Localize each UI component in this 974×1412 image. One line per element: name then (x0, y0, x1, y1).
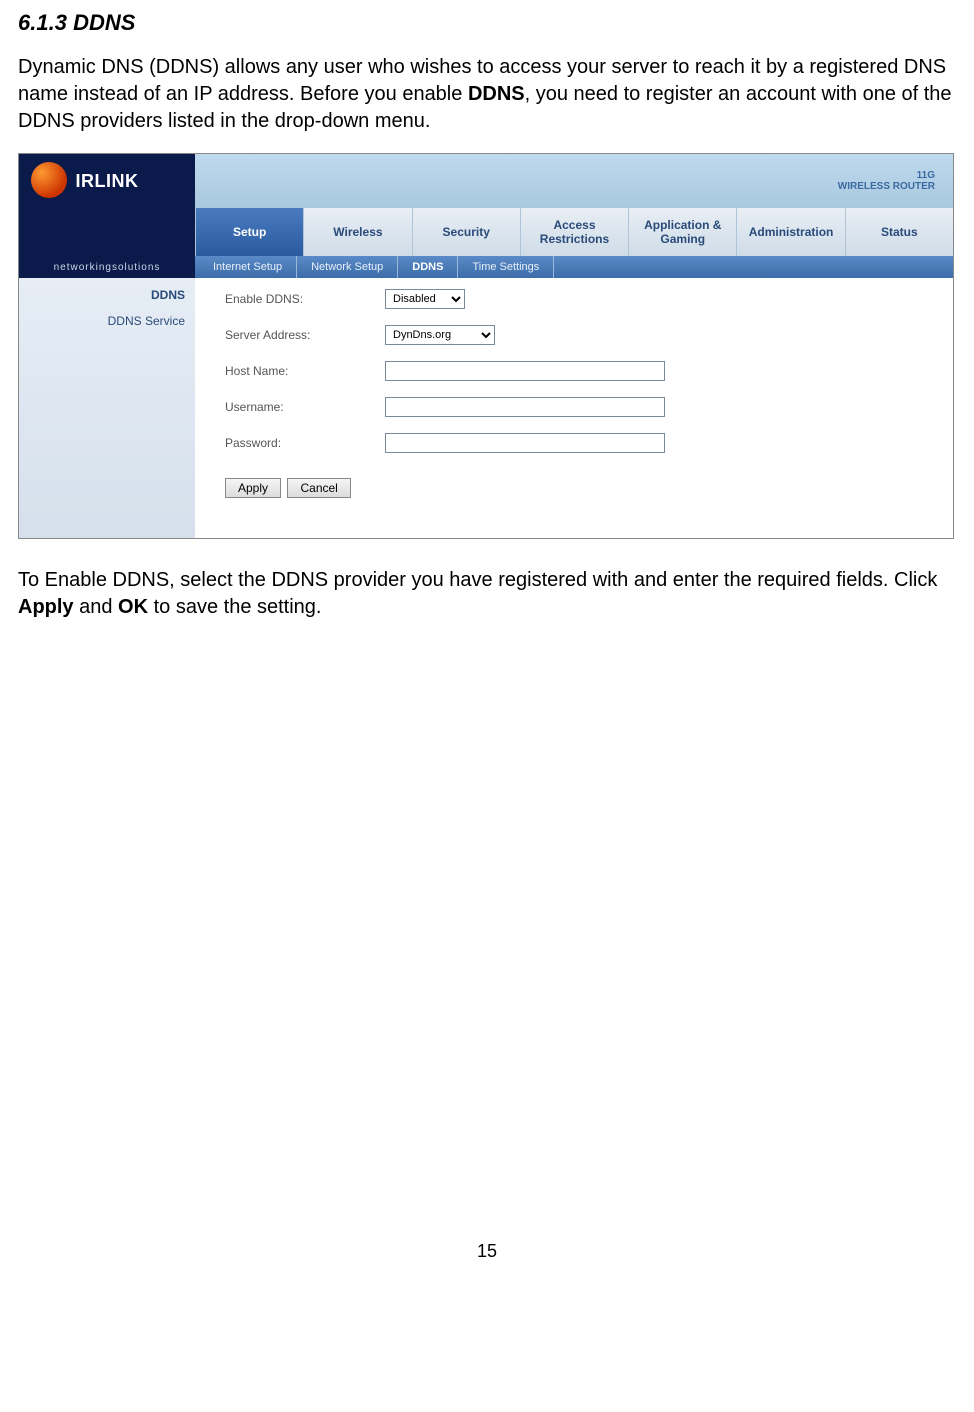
cancel-button[interactable]: Cancel (287, 478, 350, 498)
sub-nav: Internet Setup Network Setup DDNS Time S… (195, 256, 953, 278)
p2-post: to save the setting. (148, 596, 321, 618)
tab-wireless[interactable]: Wireless (303, 208, 411, 256)
banner: 11G WIRELESS ROUTER (195, 154, 953, 208)
p2-b1: Apply (18, 596, 74, 618)
main-nav: Setup Wireless Security Access Restricti… (19, 208, 953, 256)
content-area: DDNS DDNS Service Enable DDNS: Disabled … (19, 278, 953, 538)
side-label: DDNS Service (19, 314, 185, 328)
networking-solutions-label: networkingsolutions (19, 256, 195, 278)
input-host-name[interactable] (385, 361, 665, 381)
banner-line1: 11G (917, 170, 935, 181)
router-admin-panel: IRLINK 11G WIRELESS ROUTER Setup Wireles… (18, 153, 954, 539)
subtab-network-setup[interactable]: Network Setup (297, 256, 398, 278)
logo-text: IRLINK (76, 171, 139, 192)
select-server-address[interactable]: DynDns.org (385, 325, 495, 345)
sub-nav-row: networkingsolutions Internet Setup Netwo… (19, 256, 953, 278)
select-enable-ddns[interactable]: Disabled (385, 289, 465, 309)
section-title-text: DDNS (73, 10, 135, 35)
section-number: 6.1.3 (18, 10, 67, 35)
tab-access-restrictions[interactable]: Access Restrictions (520, 208, 628, 256)
tab-administration[interactable]: Administration (736, 208, 844, 256)
subtab-internet-setup[interactable]: Internet Setup (199, 256, 297, 278)
tab-status[interactable]: Status (845, 208, 953, 256)
router-header: IRLINK 11G WIRELESS ROUTER (19, 154, 953, 208)
side-column: DDNS DDNS Service (19, 278, 195, 538)
logo-swoosh-icon (31, 162, 67, 198)
banner-line2: WIRELESS ROUTER (838, 181, 935, 192)
form-column: Enable DDNS: Disabled Server Address: Dy… (195, 278, 953, 538)
apply-button[interactable]: Apply (225, 478, 281, 498)
row-password: Password: (225, 432, 933, 454)
section-heading: 6.1.3 DDNS (18, 10, 956, 36)
input-username[interactable] (385, 397, 665, 417)
row-server-address: Server Address: DynDns.org (225, 324, 933, 346)
label-server-address: Server Address: (225, 328, 385, 342)
input-password[interactable] (385, 433, 665, 453)
intro-paragraph: Dynamic DNS (DDNS) allows any user who w… (18, 54, 956, 135)
p2-b2: OK (118, 596, 148, 618)
p1-bold: DDNS (468, 83, 525, 105)
row-host-name: Host Name: (225, 360, 933, 382)
label-username: Username: (225, 400, 385, 414)
page-number: 15 (18, 1241, 956, 1262)
logo-area: IRLINK (19, 154, 195, 208)
main-nav-spacer (19, 208, 195, 256)
side-heading: DDNS (19, 288, 185, 302)
button-row: Apply Cancel (225, 478, 933, 498)
tab-application-gaming[interactable]: Application & Gaming (628, 208, 736, 256)
label-host-name: Host Name: (225, 364, 385, 378)
row-enable-ddns: Enable DDNS: Disabled (225, 288, 933, 310)
instruction-paragraph: To Enable DDNS, select the DDNS provider… (18, 567, 956, 621)
label-password: Password: (225, 436, 385, 450)
row-username: Username: (225, 396, 933, 418)
banner-label: 11G WIRELESS ROUTER (838, 170, 935, 192)
tab-security[interactable]: Security (412, 208, 520, 256)
label-enable-ddns: Enable DDNS: (225, 292, 385, 306)
p2-pre: To Enable DDNS, select the DDNS provider… (18, 569, 937, 591)
subtab-time-settings[interactable]: Time Settings (458, 256, 554, 278)
p2-mid: and (74, 596, 118, 618)
tab-setup[interactable]: Setup (195, 208, 303, 256)
subtab-ddns[interactable]: DDNS (398, 256, 458, 278)
